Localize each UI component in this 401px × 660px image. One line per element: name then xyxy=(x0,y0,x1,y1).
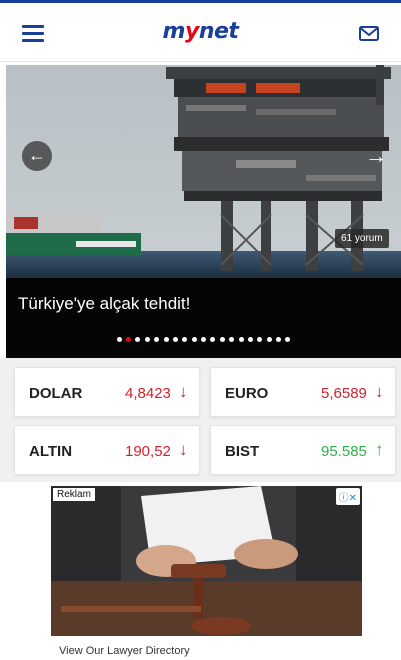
pagination-dot[interactable] xyxy=(219,337,225,342)
pagination-dot[interactable] xyxy=(191,337,197,342)
comment-count-badge[interactable]: 61 yorum xyxy=(335,229,389,248)
rate-name: ALTIN xyxy=(29,443,73,460)
pagination-dot[interactable] xyxy=(126,337,131,342)
logo-m: m xyxy=(162,19,186,44)
news-slider[interactable]: ← → 61 yorum Türkiye'ye alçak tehdit! xyxy=(6,65,401,358)
top-bar: mynet xyxy=(0,0,401,62)
pagination-dot[interactable] xyxy=(201,337,206,342)
arrow-right-icon[interactable]: → xyxy=(361,141,391,171)
rate-card-bist[interactable]: BIST 95.585 ↑ xyxy=(210,425,396,475)
rate-name: BIST xyxy=(225,443,260,460)
logo-net: net xyxy=(198,19,239,44)
arrow-up-icon: ↑ xyxy=(375,440,384,459)
pagination-dot[interactable] xyxy=(210,337,216,342)
slider-pagination[interactable] xyxy=(6,337,401,342)
logo-y: y xyxy=(184,19,199,44)
pagination-dot[interactable] xyxy=(276,337,281,342)
mynet-logo[interactable]: mynet xyxy=(0,19,401,44)
envelope-icon[interactable] xyxy=(359,26,379,41)
arrow-down-icon: ↓ xyxy=(375,382,384,401)
ad-image[interactable] xyxy=(51,486,362,636)
pagination-dot[interactable] xyxy=(247,337,253,342)
pagination-dot[interactable] xyxy=(182,337,188,342)
slider-caption[interactable]: Türkiye'ye alçak tehdit! xyxy=(18,294,190,314)
rate-value: 190,52 xyxy=(125,443,171,460)
pagination-dot[interactable] xyxy=(285,337,291,342)
rate-card-dolar[interactable]: DOLAR 4,8423 ↓ xyxy=(14,367,200,417)
pagination-dot[interactable] xyxy=(229,337,235,342)
rate-value: 4,8423 xyxy=(125,385,171,402)
arrow-down-icon: ↓ xyxy=(179,382,188,401)
rate-value: 95.585 xyxy=(321,443,367,460)
ad-choices-icon[interactable]: ⓘ✕ xyxy=(335,488,360,505)
pagination-dot[interactable] xyxy=(163,337,169,342)
rate-card-altin[interactable]: ALTIN 190,52 ↓ xyxy=(14,425,200,475)
caption-area: Türkiye'ye alçak tehdit! xyxy=(6,278,401,358)
market-rates: DOLAR 4,8423 ↓ EURO 5,6589 ↓ ALTIN 190,5… xyxy=(0,358,401,482)
pagination-dot[interactable] xyxy=(266,337,272,342)
rate-name: EURO xyxy=(225,385,269,402)
pagination-dot[interactable] xyxy=(257,337,263,342)
rate-name: DOLAR xyxy=(29,385,83,402)
arrow-left-icon[interactable]: ← xyxy=(22,141,52,171)
arrow-down-icon: ↓ xyxy=(179,440,188,459)
pagination-dot[interactable] xyxy=(154,337,160,342)
pagination-dot[interactable] xyxy=(135,337,141,342)
ad-text[interactable]: View Our Lawyer Directory xyxy=(59,645,190,657)
pagination-dot[interactable] xyxy=(238,337,244,342)
rate-card-euro[interactable]: EURO 5,6589 ↓ xyxy=(210,367,396,417)
advertisement[interactable]: Reklam ⓘ✕ xyxy=(51,486,362,636)
pagination-dot[interactable] xyxy=(116,337,122,342)
pagination-dot[interactable] xyxy=(172,337,178,342)
rate-value: 5,6589 xyxy=(321,385,367,402)
ad-label: Reklam xyxy=(53,488,95,501)
pagination-dot[interactable] xyxy=(144,337,150,342)
